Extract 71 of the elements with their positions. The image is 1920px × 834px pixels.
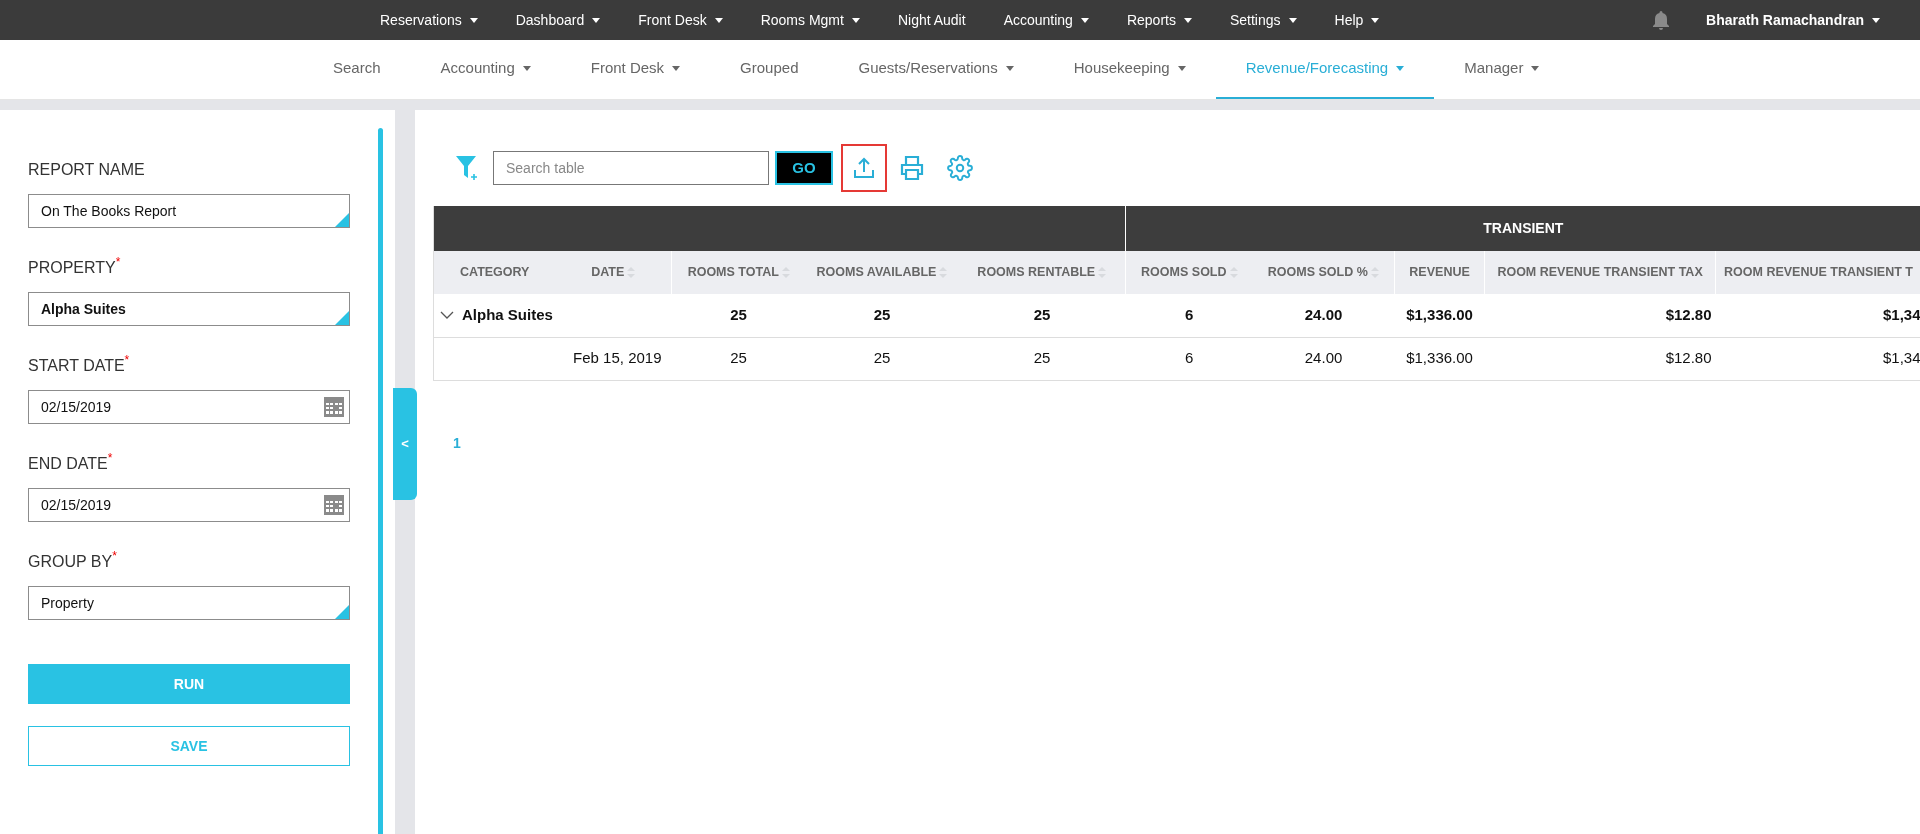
field-label: PROPERTY xyxy=(28,259,116,278)
column-header[interactable]: ROOMS TOTAL xyxy=(671,251,806,294)
group-row-label: Alpha Suites xyxy=(462,305,553,325)
bell-icon[interactable] xyxy=(1652,10,1671,30)
column-header[interactable]: DATE xyxy=(555,251,672,294)
table-cell: $1,34 xyxy=(1883,306,1920,323)
table-cell: 25 xyxy=(730,306,747,323)
column-header[interactable]: ROOM REVENUE TRANSIENT T xyxy=(1715,251,1920,294)
nav-tab[interactable]: Grouped xyxy=(710,40,829,99)
table-cell: Feb 15, 2019 xyxy=(573,349,662,367)
field-label: END DATE xyxy=(28,455,108,474)
export-button[interactable] xyxy=(841,144,887,192)
column-header[interactable]: REVENUE xyxy=(1394,251,1485,294)
nav-menu-item[interactable]: Accounting xyxy=(1003,9,1089,31)
nav-menu-item[interactable]: Reports xyxy=(1126,9,1192,31)
settings-icon xyxy=(947,155,973,181)
column-header[interactable]: ROOMS AVAILABLE xyxy=(805,251,959,294)
column-header[interactable]: ROOMS SOLD % xyxy=(1252,251,1395,294)
required-asterisk: * xyxy=(107,452,113,464)
scrollbar[interactable] xyxy=(378,128,383,834)
table-cell: $1,336.00 xyxy=(1406,349,1473,367)
field-label: START DATE xyxy=(28,357,125,376)
nav-tab[interactable]: Manager xyxy=(1434,40,1570,99)
date-field[interactable]: 02/15/2019 xyxy=(28,488,350,522)
group-header: TRANSIENT xyxy=(1125,206,1920,251)
table-cell: 6 xyxy=(1184,306,1194,323)
required-asterisk: * xyxy=(124,354,130,366)
table-cell: $12.80 xyxy=(1665,306,1712,323)
nav-menu-item[interactable]: Dashboard xyxy=(515,9,601,31)
table-cell: $12.80 xyxy=(1665,349,1712,367)
calendar-icon[interactable] xyxy=(324,397,344,417)
nav-menu-item[interactable]: Night Audit xyxy=(897,9,966,31)
table-cell: $1,34 xyxy=(1883,349,1920,367)
column-header[interactable]: CATEGORY xyxy=(433,251,556,294)
table-cell: 25 xyxy=(1033,349,1051,367)
field-label: REPORT NAME xyxy=(28,160,145,180)
column-header[interactable]: ROOMS SOLD xyxy=(1125,251,1253,294)
nav-tab[interactable]: Front Desk xyxy=(560,40,711,99)
nav-menu-item[interactable]: Front Desk xyxy=(638,9,723,31)
user-menu[interactable]: Bharath Ramachandran xyxy=(1706,9,1880,31)
nav-menu-item[interactable]: Help xyxy=(1334,9,1380,31)
select-field[interactable]: On The Books Report xyxy=(28,194,350,228)
table-cell: 24.00 xyxy=(1304,349,1343,367)
column-header[interactable]: ROOM REVENUE TRANSIENT TAX xyxy=(1484,251,1716,294)
column-header[interactable]: ROOMS RENTABLE xyxy=(958,251,1126,294)
nav-tab[interactable]: Guests/Reservations xyxy=(828,40,1044,99)
field-label: GROUP BY xyxy=(28,553,113,572)
upload-icon xyxy=(852,156,876,180)
calendar-icon[interactable] xyxy=(324,495,344,515)
table-cell: 6 xyxy=(1184,349,1194,367)
nav-tab[interactable]: Housekeeping xyxy=(1043,40,1216,99)
table-cell: 25 xyxy=(873,349,891,367)
nav-menu-item[interactable]: Rooms Mgmt xyxy=(760,9,860,31)
nav-tab[interactable]: Accounting xyxy=(410,40,561,99)
search-field[interactable]: Search table xyxy=(493,151,769,185)
select-field[interactable]: Property xyxy=(28,586,350,620)
go-button[interactable]: GO xyxy=(775,151,833,185)
select-field[interactable]: Alpha Suites xyxy=(28,292,350,326)
date-field[interactable]: 02/15/2019 xyxy=(28,390,350,424)
required-asterisk: * xyxy=(115,256,121,268)
table-cell: $1,336.00 xyxy=(1406,306,1473,323)
required-asterisk: * xyxy=(112,550,117,562)
expand-toggle-icon[interactable] xyxy=(440,311,454,320)
nav-tab[interactable]: Search xyxy=(303,40,411,99)
printer-icon xyxy=(899,155,925,181)
table-cell: 24.00 xyxy=(1304,306,1343,323)
table-cell: 25 xyxy=(1033,306,1051,323)
table-cell: 25 xyxy=(730,349,747,367)
table-cell: 25 xyxy=(873,306,891,323)
nav-menu-item[interactable]: Reservations xyxy=(380,9,478,31)
nav-menu-item[interactable]: Settings xyxy=(1229,9,1297,31)
